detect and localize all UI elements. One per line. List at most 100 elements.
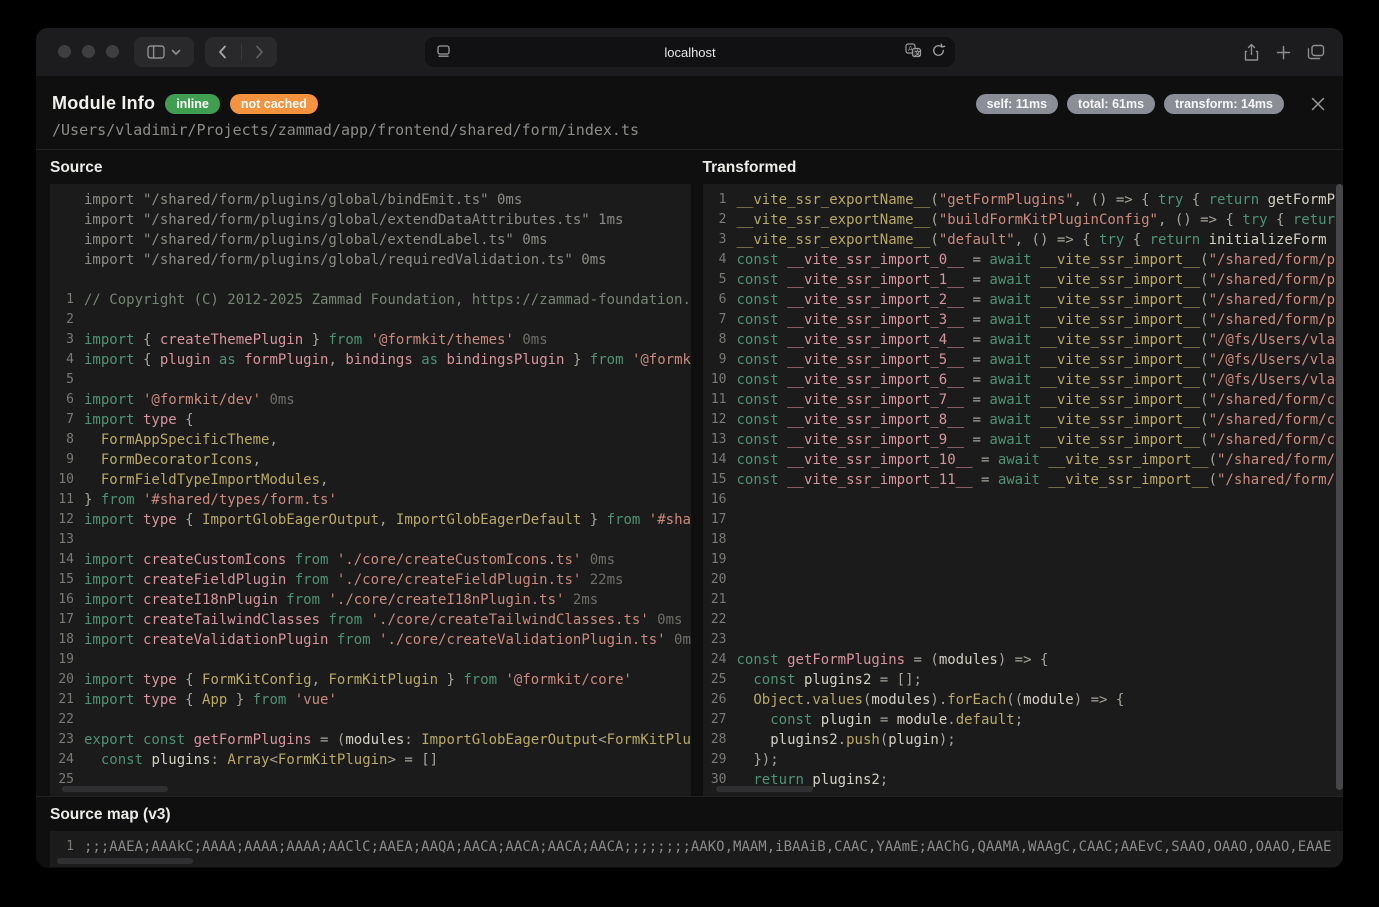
code-line: 8 FormAppSpecificTheme,: [50, 430, 691, 450]
transformed-horizontal-scrollbar[interactable]: [716, 786, 813, 792]
transformed-panel-title: Transformed: [703, 150, 1344, 184]
code-line: 8const __vite_ssr_import_4__ = await __v…: [703, 330, 1344, 350]
code-line: 17import createTailwindClasses from './c…: [50, 610, 691, 630]
url-text: localhost: [425, 45, 955, 60]
back-button[interactable]: [205, 37, 241, 67]
code-line: 5: [50, 370, 691, 390]
transformed-panel: Transformed 1__vite_ssr_exportName__("ge…: [703, 150, 1344, 796]
module-info-header: Module Info inline not cached self: 11ms…: [36, 76, 1343, 149]
svg-text:文: 文: [914, 48, 921, 57]
code-line: 19: [50, 650, 691, 670]
code-panels: Source import "/shared/form/plugins/glob…: [36, 149, 1343, 796]
browser-toolbar: localhost A文: [36, 28, 1343, 76]
sourcemap-section: Source map (v3) 1;;;AAEA;AAAkC;AAAA;AAAA…: [36, 796, 1343, 867]
code-line: 19: [703, 550, 1344, 570]
code-line: 14import createCustomIcons from './core/…: [50, 550, 691, 570]
source-panel: Source import "/shared/form/plugins/glob…: [50, 150, 691, 796]
total-time-badge: total: 61ms: [1067, 94, 1155, 114]
module-file-path: /Users/vladimir/Projects/zammad/app/fron…: [52, 121, 1326, 139]
code-line: 12import type { ImportGlobEagerOutput, I…: [50, 510, 691, 530]
code-line: 7import type {: [50, 410, 691, 430]
source-code-area[interactable]: import "/shared/form/plugins/global/bind…: [50, 184, 691, 796]
sourcemap-title: Source map (v3): [50, 797, 1343, 831]
not-cached-badge: not cached: [230, 94, 318, 114]
code-line: 28 plugins2.push(plugin);: [703, 730, 1344, 750]
code-line: 25 const plugins2 = [];: [703, 670, 1344, 690]
tab-overview-icon[interactable]: [1307, 44, 1325, 60]
code-line: 12const __vite_ssr_import_8__ = await __…: [703, 410, 1344, 430]
code-line: 13: [50, 530, 691, 550]
code-line: 13const __vite_ssr_import_9__ = await __…: [703, 430, 1344, 450]
code-line: 16import createI18nPlugin from './core/c…: [50, 590, 691, 610]
code-line: import "/shared/form/plugins/global/requ…: [50, 250, 691, 270]
code-line: 23export const getFormPlugins = (modules…: [50, 730, 691, 750]
code-line: 3__vite_ssr_exportName__("default", () =…: [703, 230, 1344, 250]
code-line: 6const __vite_ssr_import_2__ = await __v…: [703, 290, 1344, 310]
chevron-down-icon: [171, 49, 181, 56]
code-line: 9 FormDecoratorIcons,: [50, 450, 691, 470]
code-line: 21: [703, 590, 1344, 610]
code-line: 18import createValidationPlugin from './…: [50, 630, 691, 650]
timing-badges: self: 11ms total: 61ms transform: 14ms: [976, 94, 1284, 114]
code-line: 24 const plugins: Array<FormKitPlugin> =…: [50, 750, 691, 770]
code-line: 14const __vite_ssr_import_10__ = await _…: [703, 450, 1344, 470]
transform-time-badge: transform: 14ms: [1164, 94, 1284, 114]
address-bar[interactable]: localhost A文: [425, 37, 955, 67]
code-line: 4import { plugin as formPlugin, bindings…: [50, 350, 691, 370]
code-line: 1__vite_ssr_exportName__("getFormPlugins…: [703, 190, 1344, 210]
source-horizontal-scrollbar[interactable]: [62, 786, 168, 792]
code-line: 11} from '#shared/types/form.ts': [50, 490, 691, 510]
chevron-left-icon: [218, 45, 227, 59]
zoom-window-button[interactable]: [106, 45, 119, 58]
new-tab-icon[interactable]: [1276, 45, 1291, 60]
close-icon: [1310, 96, 1326, 112]
code-line: 2: [50, 310, 691, 330]
browser-window: localhost A文 Module Inf: [36, 28, 1343, 868]
code-line: [50, 270, 691, 290]
code-line: import "/shared/form/plugins/global/exte…: [50, 230, 691, 250]
page-title: Module Info: [52, 93, 155, 114]
code-line: 6import '@formkit/dev' 0ms: [50, 390, 691, 410]
window-controls: [58, 45, 119, 58]
translate-icon[interactable]: A文: [905, 43, 922, 58]
self-time-badge: self: 11ms: [976, 94, 1058, 114]
sidebar-icon: [147, 44, 165, 60]
code-line: 2__vite_ssr_exportName__("buildFormKitPl…: [703, 210, 1344, 230]
transformed-vertical-scrollbar[interactable]: [1336, 184, 1343, 790]
minimize-window-button[interactable]: [82, 45, 95, 58]
share-icon[interactable]: [1243, 43, 1260, 62]
sourcemap-code-area[interactable]: 1;;;AAEA;AAAkC;AAAA;AAAA;AAAA;AAClC;AAEA…: [50, 831, 1343, 867]
code-line: 24const getFormPlugins = (modules) => {: [703, 650, 1344, 670]
nav-buttons: [205, 37, 277, 67]
close-window-button[interactable]: [58, 45, 71, 58]
code-line: 11const __vite_ssr_import_7__ = await __…: [703, 390, 1344, 410]
code-line: 23: [703, 630, 1344, 650]
code-line: 20import type { FormKitConfig, FormKitPl…: [50, 670, 691, 690]
code-line: 20: [703, 570, 1344, 590]
code-line: 16: [703, 490, 1344, 510]
code-line: 5const __vite_ssr_import_1__ = await __v…: [703, 270, 1344, 290]
code-line: 27 const plugin = module.default;: [703, 710, 1344, 730]
code-line: 22: [50, 710, 691, 730]
code-line: 4const __vite_ssr_import_0__ = await __v…: [703, 250, 1344, 270]
close-button[interactable]: [1310, 96, 1326, 112]
reload-icon[interactable]: [931, 43, 946, 58]
transformed-code-area[interactable]: 1__vite_ssr_exportName__("getFormPlugins…: [703, 184, 1344, 796]
code-line: 1;;;AAEA;AAAkC;AAAA;AAAA;AAAA;AAClC;AAEA…: [50, 837, 1343, 857]
code-line: 10 FormFieldTypeImportModules,: [50, 470, 691, 490]
forward-button[interactable]: [241, 37, 277, 67]
code-line: import "/shared/form/plugins/global/exte…: [50, 210, 691, 230]
code-line: 10const __vite_ssr_import_6__ = await __…: [703, 370, 1344, 390]
code-line: 15import createFieldPlugin from './core/…: [50, 570, 691, 590]
code-line: 9const __vite_ssr_import_5__ = await __v…: [703, 350, 1344, 370]
code-line: 29 });: [703, 750, 1344, 770]
code-line: 3import { createThemePlugin } from '@for…: [50, 330, 691, 350]
code-line: import "/shared/form/plugins/global/bind…: [50, 190, 691, 210]
source-panel-title: Source: [50, 150, 691, 184]
code-line: 1// Copyright (C) 2012-2025 Zammad Found…: [50, 290, 691, 310]
code-line: 15const __vite_ssr_import_11__ = await _…: [703, 470, 1344, 490]
chevron-right-icon: [255, 45, 264, 59]
inline-badge: inline: [165, 94, 220, 114]
sourcemap-horizontal-scrollbar[interactable]: [57, 858, 193, 864]
sidebar-toggle-button[interactable]: [134, 37, 194, 67]
